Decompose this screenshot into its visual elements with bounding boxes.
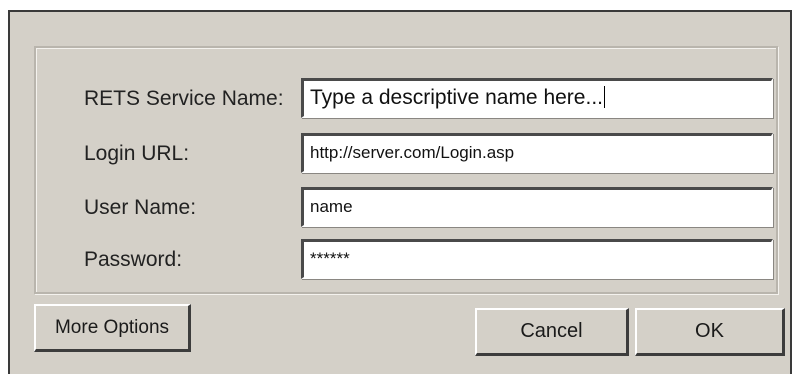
login-url-field[interactable]: http://server.com/Login.asp	[301, 133, 773, 173]
cancel-button[interactable]: Cancel	[475, 308, 629, 356]
user-name-value: name	[310, 197, 353, 216]
rets-connection-dialog: RETS Service Name: Type a descriptive na…	[8, 10, 792, 374]
user-name-label: User Name:	[84, 196, 197, 219]
text-cursor	[604, 86, 605, 108]
password-field[interactable]: ******	[301, 239, 773, 279]
rets-service-name-label: RETS Service Name:	[84, 87, 284, 110]
ok-button[interactable]: OK	[635, 308, 785, 356]
login-url-value: http://server.com/Login.asp	[310, 143, 515, 162]
rets-service-name-value: Type a descriptive name here...	[310, 86, 603, 109]
login-url-label: Login URL:	[84, 142, 190, 165]
password-label: Password:	[84, 248, 183, 271]
password-value: ******	[310, 249, 350, 268]
user-name-field[interactable]: name	[301, 187, 773, 227]
connection-settings-group: RETS Service Name: Type a descriptive na…	[34, 46, 778, 294]
more-options-button[interactable]: More Options	[34, 304, 191, 352]
rets-service-name-field[interactable]: Type a descriptive name here...	[301, 78, 773, 118]
